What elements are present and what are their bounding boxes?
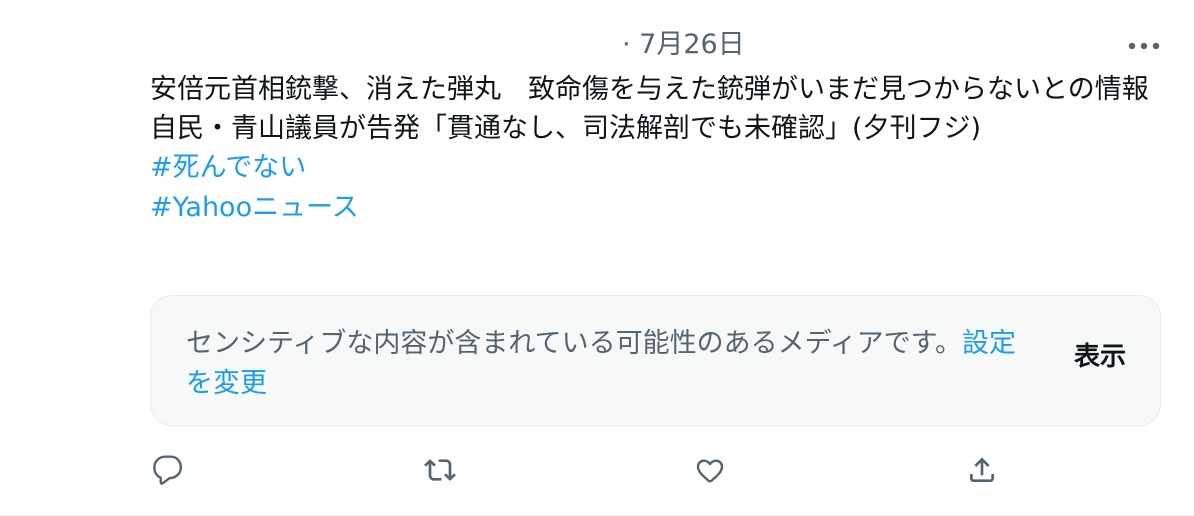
- retweet-button[interactable]: [420, 450, 460, 490]
- share-icon: [970, 457, 994, 482]
- reply-icon: [153, 455, 183, 485]
- share-button[interactable]: [962, 450, 1002, 490]
- show-media-button[interactable]: 表示: [1074, 340, 1126, 374]
- hashtag-link[interactable]: #死んでない: [150, 148, 306, 188]
- like-icon: [696, 459, 724, 483]
- reply-button[interactable]: [148, 450, 188, 490]
- tweet-timestamp[interactable]: · 7月26日: [622, 28, 745, 62]
- retweet-icon: [424, 459, 456, 481]
- sensitive-media-message: センシティブな内容が含まれている可能性のあるメディアです。設定を変更: [186, 324, 1026, 404]
- sensitive-media-warning: センシティブな内容が含まれている可能性のあるメディアです。設定を変更 表示: [150, 295, 1161, 426]
- tweet-actions-bar: [0, 450, 1194, 490]
- tweet: · 7月26日 安倍元首相銃撃、消えた弾丸 致命傷を与えた銃弾がいまだ見つからな…: [0, 0, 1194, 516]
- tweet-content: 安倍元首相銃撃、消えた弾丸 致命傷を与えた銃弾がいまだ見つからないとの情報 自民…: [150, 70, 1160, 228]
- like-button[interactable]: [690, 450, 730, 490]
- more-options-button[interactable]: [1122, 30, 1166, 62]
- hashtag-list: #死んでない #Yahooニュース: [150, 148, 1160, 228]
- more-icon: [1128, 42, 1160, 50]
- tweet-text: 安倍元首相銃撃、消えた弾丸 致命傷を与えた銃弾がいまだ見つからないとの情報 自民…: [150, 74, 1176, 144]
- sensitive-message-text: センシティブな内容が含まれている可能性のあるメディアです。: [186, 328, 962, 359]
- hashtag-link[interactable]: #Yahooニュース: [150, 188, 359, 228]
